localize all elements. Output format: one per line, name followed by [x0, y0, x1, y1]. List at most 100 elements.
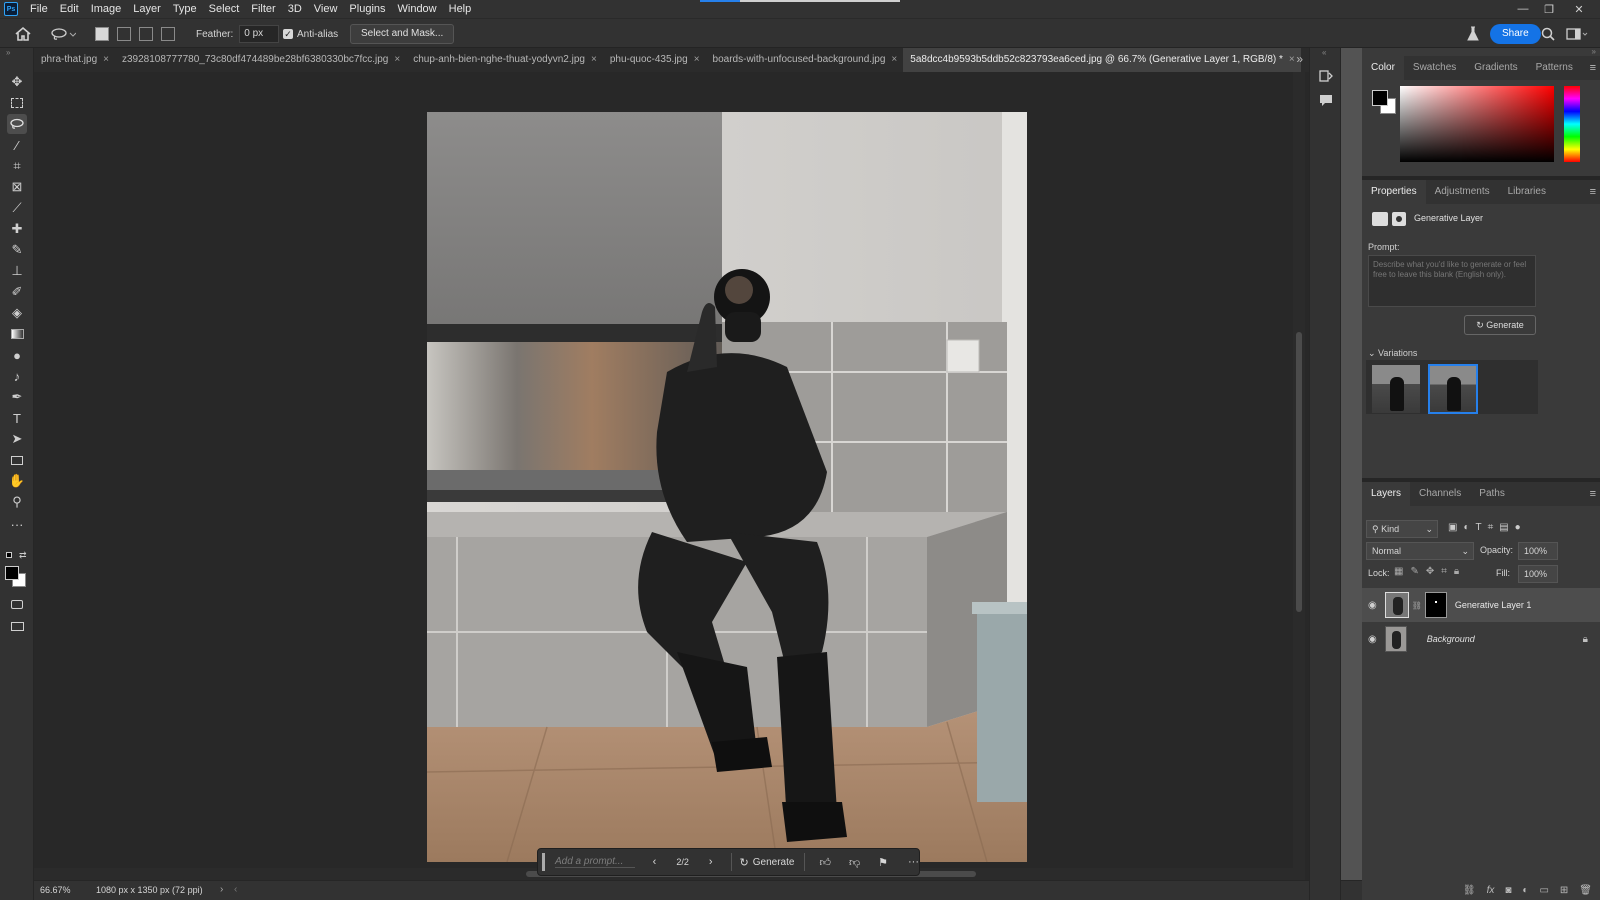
hue-slider[interactable]: [1564, 86, 1580, 162]
tab-paths[interactable]: Paths: [1470, 482, 1514, 506]
next-variation-icon[interactable]: ›: [709, 856, 713, 868]
minimize-button[interactable]: —: [1510, 0, 1536, 18]
tab-swatches[interactable]: Swatches: [1404, 56, 1465, 80]
fx-icon[interactable]: fx: [1487, 885, 1495, 896]
more-options-icon[interactable]: ···: [908, 856, 919, 868]
previous-variation-icon[interactable]: ‹: [653, 856, 657, 868]
menu-window[interactable]: Window: [392, 0, 443, 18]
delete-layer-icon[interactable]: 🗑︎: [1579, 885, 1592, 896]
menu-filter[interactable]: Filter: [245, 0, 281, 18]
close-icon[interactable]: ×: [1289, 48, 1295, 72]
pen-tool-icon[interactable]: ✒: [7, 387, 27, 407]
flask-icon[interactable]: [1466, 19, 1480, 49]
close-icon[interactable]: ×: [694, 48, 700, 72]
menu-type[interactable]: Type: [167, 0, 203, 18]
link-layers-icon[interactable]: ⛓︎: [1463, 885, 1476, 896]
tab-libraries[interactable]: Libraries: [1499, 180, 1555, 204]
lasso-tool-icon[interactable]: [7, 114, 27, 134]
comment-panel-icon[interactable]: [1318, 92, 1334, 108]
close-icon[interactable]: ×: [394, 48, 400, 72]
marquee-tool-icon[interactable]: [7, 93, 27, 113]
tab-document[interactable]: phra-that.jpg ×: [34, 48, 115, 72]
eye-icon[interactable]: ◉: [1368, 600, 1377, 611]
close-icon[interactable]: ×: [591, 48, 597, 72]
move-tool-icon[interactable]: ✥: [7, 72, 27, 92]
tab-document[interactable]: z3928108777780_73c80df474489be28bf638033…: [115, 48, 406, 72]
hand-tool-icon[interactable]: ✋: [7, 471, 27, 491]
gradient-tool-icon[interactable]: [7, 324, 27, 344]
blend-mode-select[interactable]: Normal ⌄: [1366, 542, 1474, 560]
menu-file[interactable]: File: [24, 0, 54, 18]
layer-name[interactable]: Generative Layer 1: [1455, 600, 1532, 610]
variation-thumbnail-selected[interactable]: [1428, 364, 1478, 414]
add-mask-icon[interactable]: ◙: [1505, 885, 1511, 896]
close-icon[interactable]: ×: [891, 48, 897, 72]
history-panel-icon[interactable]: [1318, 68, 1334, 84]
status-expand-icon[interactable]: ›: [220, 884, 223, 895]
menu-3d[interactable]: 3D: [282, 0, 308, 18]
opacity-input[interactable]: 100%: [1518, 542, 1558, 560]
more-tabs-icon[interactable]: »: [1296, 52, 1303, 66]
stamp-tool-icon[interactable]: ⊥: [7, 261, 27, 281]
layer-row-selected[interactable]: ◉ ⛓︎ Generative Layer 1: [1362, 588, 1600, 622]
tab-color[interactable]: Color: [1362, 56, 1404, 80]
scroll-left-icon[interactable]: ‹: [234, 884, 237, 895]
tab-channels[interactable]: Channels: [1410, 482, 1470, 506]
tab-adjustments[interactable]: Adjustments: [1426, 180, 1499, 204]
antialias-checkbox[interactable]: ✓: [283, 29, 293, 39]
zoom-tool-icon[interactable]: ⚲: [7, 492, 27, 512]
prompt-textarea[interactable]: Describe what you'd like to generate or …: [1368, 255, 1536, 307]
menu-select[interactable]: Select: [203, 0, 246, 18]
vertical-scrollbar[interactable]: [1293, 72, 1305, 880]
default-colors-icon[interactable]: [6, 552, 12, 558]
lasso-preset-icon[interactable]: [50, 19, 76, 49]
intersect-selection-icon[interactable]: [161, 19, 175, 49]
adjustment-layer-icon[interactable]: ◐: [1522, 885, 1528, 896]
tab-document[interactable]: phu-quoc-435.jpg ×: [603, 48, 706, 72]
menu-plugins[interactable]: Plugins: [343, 0, 391, 18]
foreground-color-swatch[interactable]: [1372, 90, 1388, 106]
panel-menu-icon[interactable]: ≡: [1590, 62, 1596, 74]
magic-wand-icon[interactable]: ⁄: [7, 135, 27, 155]
crop-tool-icon[interactable]: ⌗: [7, 156, 27, 176]
eye-icon[interactable]: ◉: [1368, 634, 1377, 645]
add-selection-icon[interactable]: [117, 19, 131, 49]
home-icon[interactable]: [14, 19, 32, 49]
eraser-tool-icon[interactable]: ◈: [7, 303, 27, 323]
variation-thumbnail[interactable]: [1372, 365, 1420, 413]
new-group-icon[interactable]: ▭: [1539, 885, 1548, 896]
subtract-selection-icon[interactable]: [139, 19, 153, 49]
history-brush-icon[interactable]: ✐: [7, 282, 27, 302]
healing-brush-icon[interactable]: ✚: [7, 219, 27, 239]
collapse-arrows-icon[interactable]: »: [6, 48, 10, 57]
generate-button[interactable]: ↻ Generate: [740, 856, 795, 869]
dodge-tool-icon[interactable]: ♪: [7, 366, 27, 386]
fill-input[interactable]: 100%: [1518, 565, 1558, 583]
tab-patterns[interactable]: Patterns: [1527, 56, 1582, 80]
drag-handle[interactable]: [542, 853, 545, 871]
quick-mask-icon[interactable]: [7, 594, 27, 614]
menu-layer[interactable]: Layer: [127, 0, 167, 18]
variations-header[interactable]: ⌄ Variations: [1368, 348, 1417, 359]
restore-button[interactable]: ❐: [1536, 0, 1562, 18]
menu-image[interactable]: Image: [85, 0, 128, 18]
brush-tool-icon[interactable]: ✎: [7, 240, 27, 260]
rectangle-tool-icon[interactable]: [7, 450, 27, 470]
layer-filter-select[interactable]: ⚲ Kind ⌄: [1366, 520, 1438, 538]
close-icon[interactable]: ×: [103, 48, 109, 72]
flag-icon[interactable]: ⚑: [878, 856, 888, 869]
close-window-button[interactable]: ✕: [1566, 0, 1592, 18]
collapse-panels-icon[interactable]: »: [1592, 47, 1596, 56]
more-tools-icon[interactable]: ···: [7, 514, 27, 534]
share-button[interactable]: Share: [1490, 24, 1541, 44]
color-field[interactable]: [1400, 86, 1554, 162]
new-layer-icon[interactable]: ⊞: [1560, 885, 1568, 896]
zoom-level[interactable]: 66.67%: [40, 885, 71, 895]
menu-help[interactable]: Help: [443, 0, 478, 18]
tab-document[interactable]: chup-anh-bien-nghe-thuat-yodyvn2.jpg ×: [406, 48, 603, 72]
lock-options-icons[interactable]: ▦✎✥⌗🔒︎: [1394, 566, 1466, 577]
foreground-color-swatch[interactable]: [5, 566, 19, 580]
type-tool-icon[interactable]: T: [7, 408, 27, 428]
new-selection-icon[interactable]: [95, 19, 109, 49]
tab-properties[interactable]: Properties: [1362, 180, 1426, 204]
